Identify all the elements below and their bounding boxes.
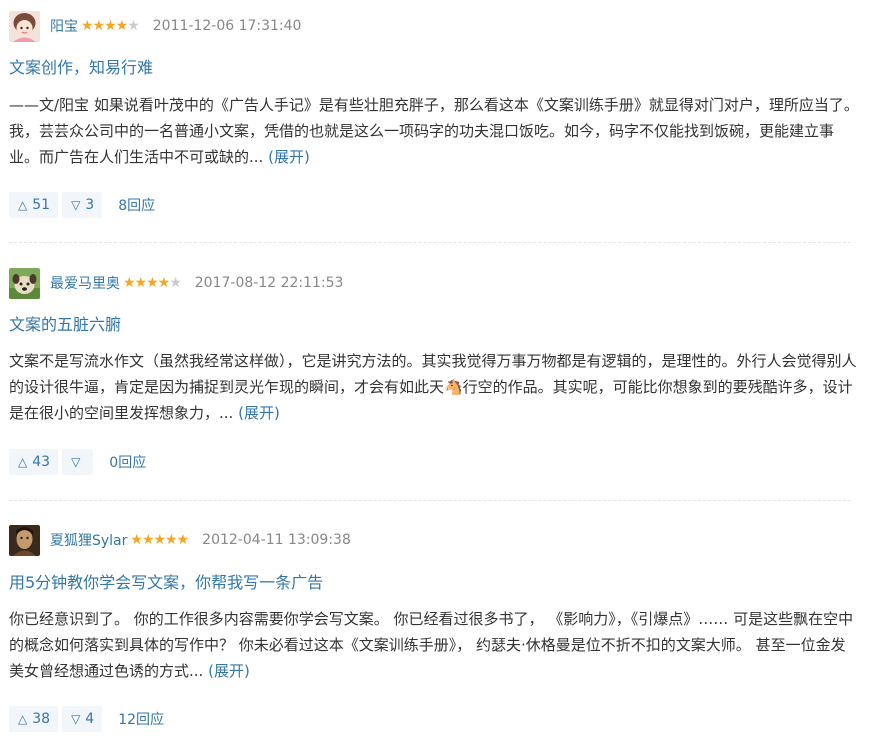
star-icon: ★★★★★	[123, 275, 182, 291]
triangle-down-icon: ▽	[71, 198, 81, 212]
review-title[interactable]: 文案创作，知易行难	[9, 54, 153, 78]
downvote-button[interactable]: ▽	[62, 449, 94, 475]
reply-count-link[interactable]: 0回应	[109, 452, 146, 472]
star-icon: ★★★★★	[130, 532, 189, 548]
reply-count-link[interactable]: 8回应	[118, 195, 155, 215]
triangle-down-icon: ▽	[71, 455, 81, 469]
review-time: 2011-12-06 17:31:40	[152, 18, 302, 34]
review-title[interactable]: 文案的五脏六腑	[9, 311, 121, 335]
upvote-button[interactable]: △ 43	[9, 449, 59, 475]
avatar[interactable]	[9, 524, 40, 556]
review-author[interactable]: 最爱马里奥	[50, 273, 120, 293]
expand-link[interactable]: (展开)	[208, 662, 250, 680]
triangle-up-icon: △	[18, 198, 28, 212]
review-body: ——文/阳宝 如果说看叶茂中的《广告人手记》是有些壮胆充胖子，那么看这本《文案训…	[9, 96, 859, 166]
downvote-button[interactable]: ▽ 4	[62, 706, 103, 732]
review-time: 2012-04-11 13:09:38	[202, 532, 351, 548]
expand-link[interactable]: (展开)	[238, 404, 280, 422]
upvote-button[interactable]: △ 38	[9, 706, 59, 732]
review-title[interactable]: 用5分钟教你学会写文案，你帮我写一条广告	[9, 569, 323, 593]
review-header: 阳宝 ★★★★★ 2011-12-06 17:31:40	[9, 8, 301, 44]
star-icon: ★★★★★	[81, 18, 140, 34]
review-author[interactable]: 阳宝	[50, 16, 78, 36]
upvote-button[interactable]: △ 51	[9, 192, 59, 218]
downvote-button[interactable]: ▽ 3	[62, 192, 103, 218]
triangle-up-icon: △	[18, 455, 28, 469]
review-item: 夏狐狸Sylar ★★★★★ 2012-04-11 13:09:38 用5分钟教…	[0, 522, 877, 753]
review-actions: △ 38 ▽ 4 12回应	[9, 706, 164, 732]
review-item: 最爱马里奥 ★★★★★ 2017-08-12 22:11:53 文案的五脏六腑 …	[0, 265, 877, 505]
review-body: 文案不是写流水作文（虽然我经常这样做），它是讲究方法的。其实我觉得万事万物都是有…	[9, 352, 857, 422]
review-author[interactable]: 夏狐狸Sylar	[50, 530, 127, 550]
review-actions: △ 43 ▽ 0回应	[9, 449, 146, 475]
triangle-down-icon: ▽	[71, 712, 81, 726]
review-body: 你已经意识到了。 你的工作很多内容需要你学会写文案。 你已经看过很多书了， 《影…	[9, 610, 854, 680]
triangle-up-icon: △	[18, 712, 28, 726]
divider	[9, 242, 851, 243]
review-item: 阳宝 ★★★★★ 2011-12-06 17:31:40 文案创作，知易行难 —…	[0, 8, 877, 248]
review-header: 夏狐狸Sylar ★★★★★ 2012-04-11 13:09:38	[9, 522, 351, 558]
review-actions: △ 51 ▽ 3 8回应	[9, 192, 155, 218]
review-header: 最爱马里奥 ★★★★★ 2017-08-12 22:11:53	[9, 265, 343, 301]
divider	[9, 500, 851, 501]
expand-link[interactable]: (展开)	[268, 148, 310, 166]
avatar[interactable]	[9, 10, 40, 42]
review-time: 2017-08-12 22:11:53	[194, 275, 344, 291]
reply-count-link[interactable]: 12回应	[118, 709, 164, 729]
avatar[interactable]	[9, 267, 40, 299]
